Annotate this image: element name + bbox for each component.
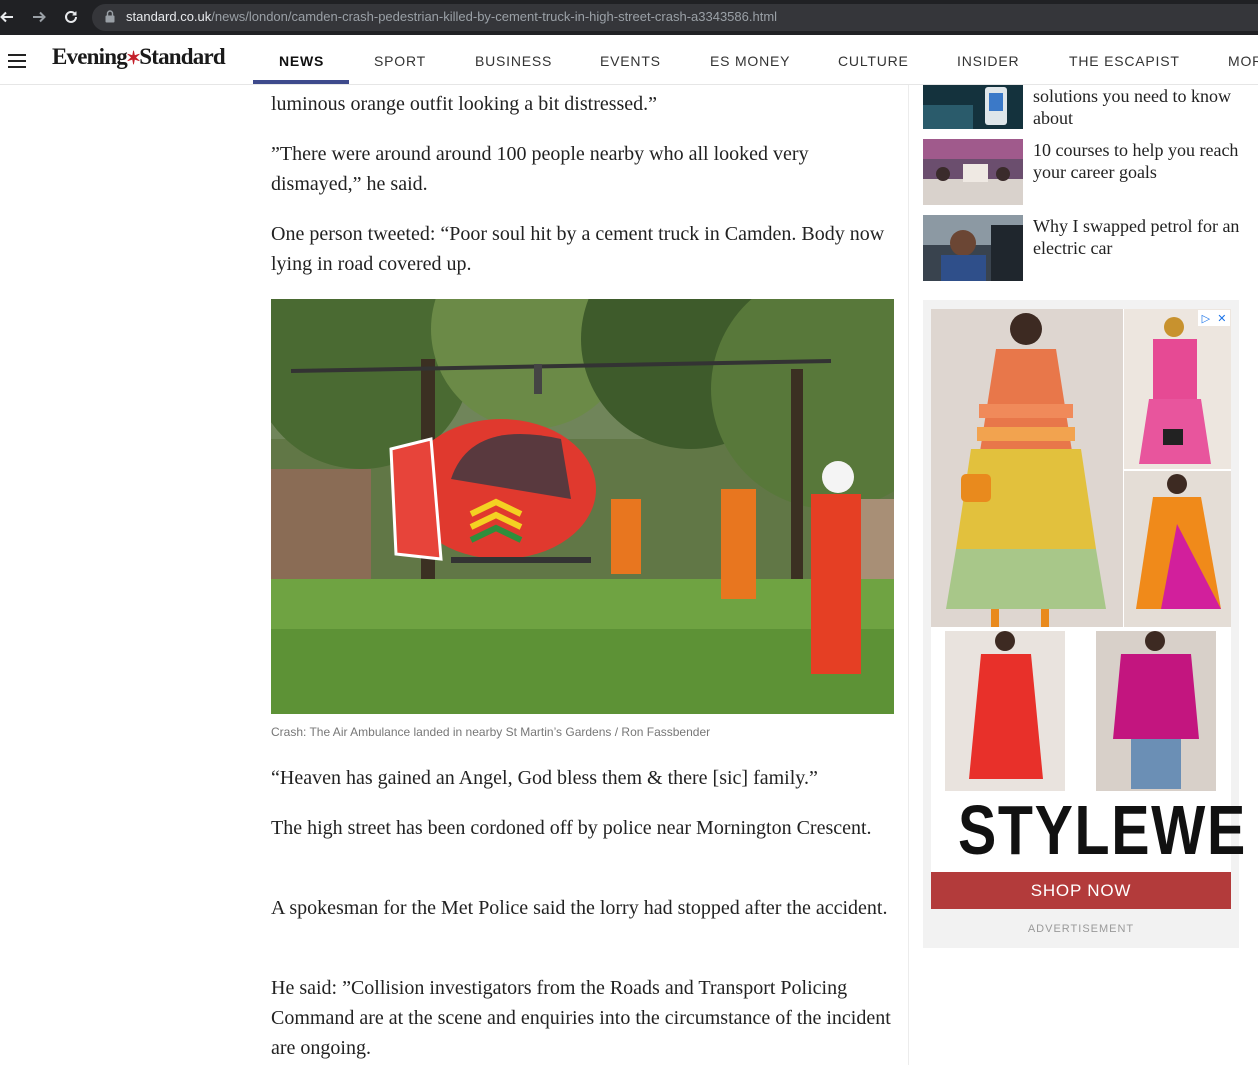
browser-toolbar: standard.co.uk/news/london/camden-crash-…	[0, 0, 1258, 35]
close-icon[interactable]: ✕	[1217, 312, 1226, 325]
url-path: /news/london/camden-crash-pedestrian-kil…	[211, 9, 778, 24]
forward-arrow-icon[interactable]	[26, 4, 52, 30]
article-paragraph: The high street has been cordoned off by…	[271, 817, 872, 839]
article-photo[interactable]	[271, 299, 894, 714]
related-story-title[interactable]: Why I swapped petrol for an electric car	[1033, 215, 1248, 259]
nav-culture[interactable]: CULTURE	[838, 53, 909, 69]
site-header: Evening✶Standard NEWS SPORT BUSINESS EVE…	[0, 35, 1258, 85]
article-paragraph: ”There were around around 100 people nea…	[271, 143, 809, 195]
air-ambulance-photo	[271, 299, 894, 714]
lock-icon	[105, 10, 115, 28]
article-paragraph: A spokesman for the Met Police said the …	[271, 897, 888, 919]
article-paragraph: “Heaven has gained an Angel, God bless t…	[271, 767, 818, 789]
article-paragraph: One person tweeted: “Poor soul hit by a …	[271, 223, 885, 275]
advertisement-label: ADVERTISEMENT	[1027, 923, 1135, 935]
related-story-title[interactable]: solutions you need to know about	[1033, 85, 1248, 129]
photo-caption: Crash: The Air Ambulance landed in nearb…	[271, 725, 711, 739]
back-arrow-icon[interactable]	[0, 4, 20, 30]
article-paragraph: luminous orange outfit looking a bit dis…	[271, 93, 658, 115]
ad-choices-badge[interactable]: ▷ ✕	[1198, 310, 1230, 326]
nav-insider[interactable]: INSIDER	[957, 53, 1019, 69]
phone-thumbnail-image	[923, 85, 1023, 129]
classroom-thumbnail-image	[923, 139, 1023, 205]
shop-now-button[interactable]: SHOP NOW	[931, 872, 1231, 909]
related-thumbnail[interactable]	[923, 85, 1023, 129]
url-text: standard.co.uk/news/london/camden-crash-…	[126, 9, 777, 24]
nav-the-escapist[interactable]: THE ESCAPIST	[1069, 53, 1180, 69]
nav-es-money[interactable]: ES MONEY	[710, 53, 790, 69]
active-nav-indicator	[253, 80, 349, 84]
ad-brand-name: STYLEWE	[958, 791, 1247, 869]
car-driver-thumbnail-image	[923, 215, 1023, 281]
related-thumbnail[interactable]	[923, 215, 1023, 281]
reload-icon[interactable]	[58, 4, 84, 30]
article-paragraph: He said: ”Collision investigators from t…	[271, 977, 891, 1059]
column-divider	[908, 85, 909, 1065]
ad-choices-icon[interactable]: ▷	[1202, 312, 1210, 325]
related-thumbnail[interactable]	[923, 139, 1023, 205]
site-logo[interactable]: Evening✶Standard	[52, 44, 226, 70]
related-story-title[interactable]: 10 courses to help you reach your career…	[1033, 139, 1248, 183]
nav-sport[interactable]: SPORT	[374, 53, 426, 69]
url-host: standard.co.uk	[126, 9, 212, 24]
nav-more[interactable]: MOR	[1228, 53, 1258, 69]
nav-events[interactable]: EVENTS	[600, 53, 661, 69]
menu-icon[interactable]	[8, 54, 26, 68]
nav-news[interactable]: NEWS	[279, 53, 324, 69]
nav-business[interactable]: BUSINESS	[475, 53, 552, 69]
